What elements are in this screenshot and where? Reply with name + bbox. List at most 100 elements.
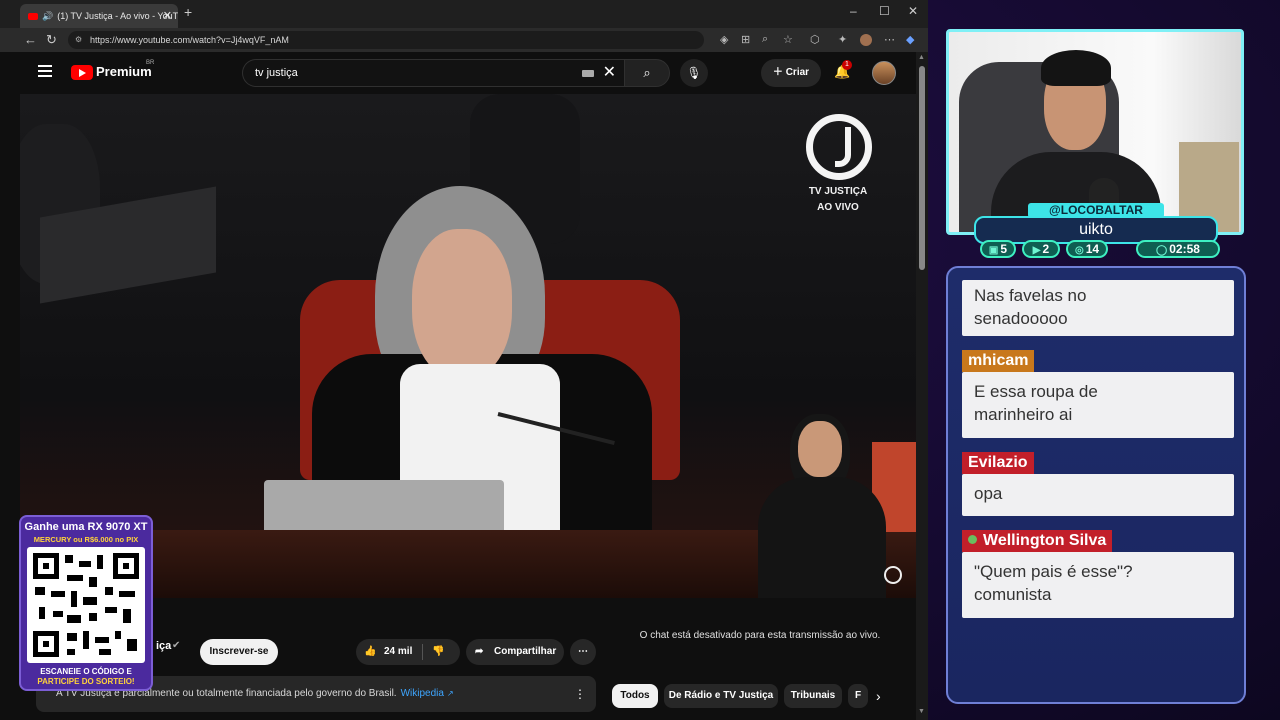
tab-title: (1) TV Justiça - Ao vivo - YouTube xyxy=(57,11,178,21)
promo-headline: Ganhe uma RX 9070 XT xyxy=(24,521,148,533)
search-input[interactable]: tv justiça ✕ xyxy=(242,59,624,87)
chip-todos[interactable]: Todos xyxy=(612,684,658,708)
more-menu-icon[interactable]: ⋯ xyxy=(884,33,895,46)
whatsapp-icon: ◯ xyxy=(1156,245,1168,256)
chat-text-line: E essa roupa de xyxy=(974,382,1098,401)
coin-icon: ◎ xyxy=(1074,245,1084,256)
profile-avatar[interactable] xyxy=(860,34,872,46)
youtube-logo-icon[interactable] xyxy=(71,65,93,80)
share-button[interactable]: ➦ Compartilhar xyxy=(466,639,564,665)
promo-cta-line1: ESCANEIE O CÓDIGO E xyxy=(40,667,132,676)
overlay-line1: TV JUSTIÇA xyxy=(808,186,868,197)
url-field[interactable]: ⚙ https://www.youtube.com/watch?v=Jj4wqV… xyxy=(68,31,704,49)
speaker-face xyxy=(412,229,512,379)
external-link-icon: ↗ xyxy=(446,689,454,698)
youtube-play-icon: ▶ xyxy=(1032,245,1041,256)
new-tab-icon[interactable]: + xyxy=(184,4,192,20)
info-more-icon[interactable]: ⋮ xyxy=(574,676,586,712)
promo-cta-line2: PARTICIPE DO SORTEIO! xyxy=(37,677,135,686)
subscribe-button[interactable]: Inscrever-se xyxy=(200,639,278,665)
minimize-icon[interactable]: – xyxy=(850,4,857,18)
voice-search-button[interactable]: 🎙 xyxy=(680,59,708,87)
divider xyxy=(422,644,423,660)
url-text: https://www.youtube.com/watch?v=Jj4wqVF_… xyxy=(90,35,289,45)
chat-author: Evilazio xyxy=(962,452,1034,474)
like-dislike-group: 👍 24 mil 👎 xyxy=(356,639,460,665)
back-icon[interactable]: ← xyxy=(24,32,37,47)
chat-message-body: Nas favelas no senadooooo xyxy=(962,280,1234,336)
keyboard-icon[interactable] xyxy=(582,70,594,77)
share-label: Compartilhar xyxy=(494,646,557,657)
chat-author: Wellington Silva xyxy=(962,530,1113,552)
region-code: BR xyxy=(146,60,155,66)
copilot-icon[interactable]: ◆ xyxy=(906,33,914,46)
search-icon: ⌕ xyxy=(643,65,651,80)
chat-text-line: marinheiro ai xyxy=(974,405,1073,424)
address-bar: ← ↻ ⚙ https://www.youtube.com/watch?v=Jj… xyxy=(0,28,928,52)
brand-label[interactable]: Premium xyxy=(96,64,152,79)
clear-search-icon[interactable]: ✕ xyxy=(603,60,616,86)
favorite-star-icon[interactable]: ☆ xyxy=(783,33,793,46)
account-avatar[interactable] xyxy=(872,61,896,85)
chip-tribunais[interactable]: Tribunais xyxy=(784,684,842,708)
chip-partial[interactable]: F xyxy=(848,684,868,708)
badge-icon xyxy=(968,535,977,544)
extensions-icon[interactable]: ⬡ xyxy=(810,33,820,46)
tv-justica-overlay: TV JUSTIÇA AO VIVO xyxy=(788,184,888,216)
search-button[interactable]: ⌕ xyxy=(624,59,670,87)
stat-timer: ◯ 02:58 xyxy=(1136,240,1220,258)
reload-icon[interactable]: ↻ xyxy=(46,32,57,48)
scroll-up-icon[interactable]: ▲ xyxy=(918,54,925,61)
stat-chat: ▣ 5 xyxy=(980,240,1016,258)
stat-youtube: ▶ 2 xyxy=(1022,240,1060,258)
microphone-icon: 🎙 xyxy=(686,66,702,80)
giveaway-qr-promo: Ganhe uma RX 9070 XT MERCURY ou R$6.000 … xyxy=(19,515,153,691)
chat-author-name: Wellington Silva xyxy=(983,532,1107,549)
tv-justica-logo-icon xyxy=(806,114,872,180)
apps-icon[interactable]: ⊞ xyxy=(741,33,750,46)
stat-youtube-value: 2 xyxy=(1042,242,1050,256)
chat-text-line: "Quem pais é esse"? xyxy=(974,562,1133,581)
create-label: Criar xyxy=(785,67,810,78)
qr-code-icon[interactable] xyxy=(27,547,145,663)
wikipedia-link[interactable]: Wikipedia xyxy=(401,688,444,699)
streamer-hair xyxy=(1041,50,1111,86)
scroll-thumb[interactable] xyxy=(919,66,925,270)
like-count[interactable]: 24 mil xyxy=(384,639,412,665)
interpreter-face xyxy=(798,421,842,477)
create-button[interactable]: ＋ Criar xyxy=(761,59,821,87)
share-icon: ➦ xyxy=(475,646,484,657)
chat-message-body: E essa roupa de marinheiro ai xyxy=(962,372,1234,438)
video-player[interactable]: TV JUSTIÇA AO VIVO xyxy=(20,94,916,598)
speaker-icon[interactable]: 🔊 xyxy=(42,11,53,21)
tools-icon[interactable]: ✦ xyxy=(838,33,847,46)
video-details: vo iça ✔ Inscrever-se 👍 24 mil 👎 ➦ Compa… xyxy=(20,598,916,720)
chips-next-icon[interactable]: › xyxy=(876,688,881,704)
stat-chat-value: 5 xyxy=(1000,242,1008,256)
dislike-icon[interactable]: 👎 xyxy=(432,639,444,665)
chip-radio-tv[interactable]: De Rádio e TV Justiça xyxy=(664,684,778,708)
youtube-header: Premium BR tv justiça ✕ ⌕ 🎙 ＋ Criar 🔔 1 xyxy=(20,52,916,94)
scroll-down-icon[interactable]: ▼ xyxy=(918,708,925,715)
chat-message-body: "Quem pais é esse"? comunista xyxy=(962,552,1234,618)
stat-tips-value: 14 xyxy=(1085,242,1100,256)
zoom-icon[interactable]: ⌕ xyxy=(762,33,768,46)
channel-name[interactable]: iça xyxy=(156,640,171,652)
tab-youtube[interactable]: 🔊 (1) TV Justiça - Ao vivo - YouTube ✕ xyxy=(20,4,178,28)
chat-text-line: senadooooo xyxy=(974,309,1068,328)
site-info-icon[interactable]: ⚙ xyxy=(75,31,82,49)
translate-icon[interactable]: ◈ xyxy=(720,33,728,46)
tab-close-icon[interactable]: ✕ xyxy=(163,4,172,28)
chat-text-line: comunista xyxy=(974,585,1052,604)
chat-author: mhicam xyxy=(962,350,1035,372)
maximize-icon[interactable]: ☐ xyxy=(879,4,890,18)
chat-disabled-message: O chat está desativado para esta transmi… xyxy=(639,630,881,641)
more-actions-button[interactable]: ⋯ xyxy=(570,639,596,665)
page-scrollbar[interactable]: ▲ ▼ xyxy=(916,52,928,720)
youtube-favicon-icon xyxy=(28,13,38,21)
like-icon[interactable]: 👍 xyxy=(364,639,376,665)
sign-language-interpreter xyxy=(758,477,886,598)
close-window-icon[interactable]: ✕ xyxy=(908,4,918,18)
tab-bar: 🔊(1) TV Justiça - Ao vivo - YouTube ✕ + … xyxy=(0,0,928,28)
hamburger-menu-icon[interactable] xyxy=(38,65,52,80)
